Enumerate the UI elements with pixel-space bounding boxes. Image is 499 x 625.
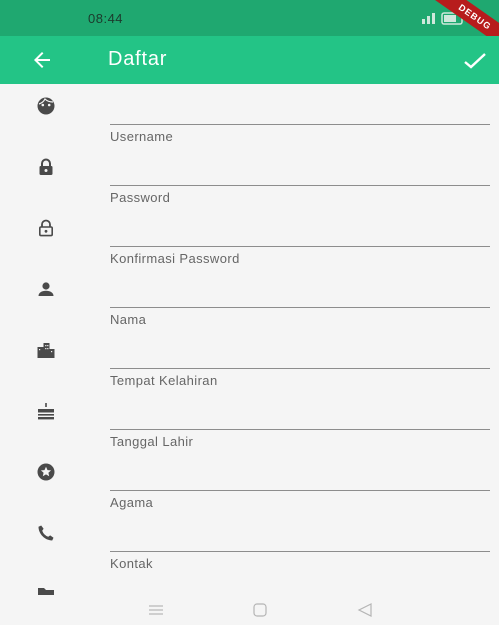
page-title: Daftar (108, 48, 168, 70)
lock-icon (36, 157, 56, 177)
birthdate-label: Tanggal Lahir (110, 434, 194, 449)
check-icon[interactable] (462, 48, 488, 72)
folder-icon (36, 584, 56, 595)
username-input[interactable] (110, 100, 490, 125)
name-input[interactable] (110, 283, 490, 308)
back-icon[interactable] (355, 602, 375, 618)
registration-form: Username Password Konfirmasi Password Na… (0, 84, 499, 595)
birthdate-input[interactable] (110, 405, 490, 430)
stars-icon (36, 462, 56, 482)
home-icon[interactable] (250, 602, 270, 618)
face-icon (36, 96, 56, 116)
form-row-birthdate: Tanggal Lahir (0, 389, 499, 450)
username-label: Username (110, 129, 174, 144)
form-row-religion: Agama (0, 450, 499, 511)
form-row-name: Nama (0, 267, 499, 328)
status-bar: 08:44 DEBUG (0, 0, 499, 36)
password-input[interactable] (110, 161, 490, 186)
birthplace-input[interactable] (110, 344, 490, 369)
cake-icon (36, 401, 56, 421)
phone-icon (36, 523, 56, 543)
contact-label: Kontak (110, 556, 153, 571)
arrow-back-icon[interactable] (30, 48, 54, 72)
religion-input[interactable] (110, 466, 490, 491)
form-row-contact: Kontak (0, 511, 499, 572)
status-time: 08:44 (88, 11, 124, 26)
birthplace-label: Tempat Kelahiran (110, 373, 218, 388)
contact-input[interactable] (110, 527, 490, 552)
name-label: Nama (110, 312, 147, 327)
recent-apps-icon[interactable] (146, 602, 166, 618)
form-row-birthplace: Tempat Kelahiran (0, 328, 499, 389)
password-label: Password (110, 190, 171, 205)
system-nav-bar (0, 595, 499, 625)
form-row-username: Username (0, 84, 499, 145)
form-row-password: Password (0, 145, 499, 206)
religion-label: Agama (110, 495, 154, 510)
form-row-confirm-password: Konfirmasi Password (0, 206, 499, 267)
lock-outline-icon (36, 218, 56, 238)
app-bar: Daftar (0, 36, 499, 84)
person-icon (36, 279, 56, 299)
form-row-extra (0, 572, 499, 595)
confirm-password-input[interactable] (110, 222, 490, 247)
location-city-icon (36, 340, 56, 360)
confirm-password-label: Konfirmasi Password (110, 251, 240, 266)
